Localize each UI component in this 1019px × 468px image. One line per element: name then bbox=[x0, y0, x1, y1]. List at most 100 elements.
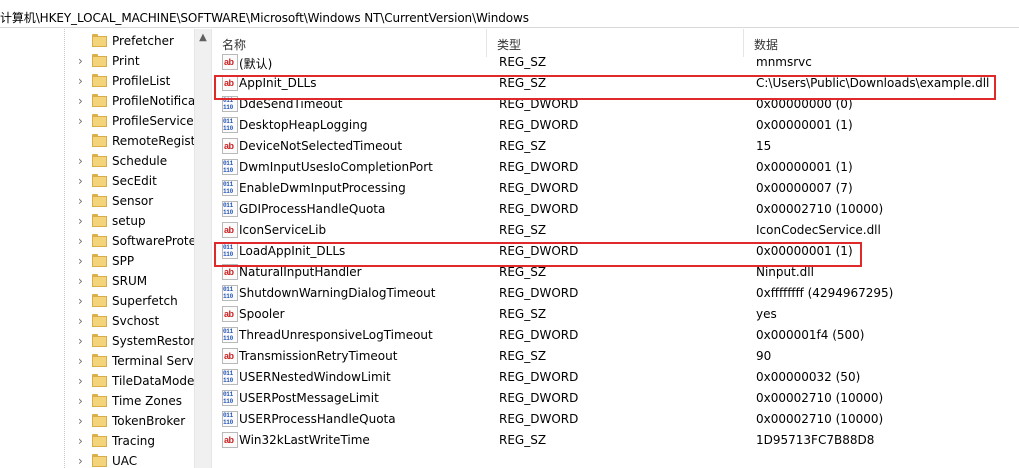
tree-item[interactable]: › Tracing bbox=[0, 431, 194, 451]
tree-item[interactable]: › Svchost bbox=[0, 311, 194, 331]
expand-chevron-icon[interactable]: › bbox=[78, 375, 88, 387]
tree-item[interactable]: › UAC bbox=[0, 451, 194, 468]
tree-item[interactable]: › ProfileNotifica bbox=[0, 91, 195, 111]
value-row[interactable]: 011 110 LoadAppInit_DLLs REG_DWORD 0x0000000… bbox=[212, 241, 1019, 262]
tree-item[interactable]: › ProfileService bbox=[0, 111, 194, 131]
expand-chevron-icon[interactable]: › bbox=[78, 355, 88, 367]
value-data: 0x00002710 (10000) bbox=[756, 391, 884, 405]
value-name: DwmInputUsesIoCompletionPort bbox=[239, 160, 433, 174]
expand-chevron-icon[interactable]: › bbox=[78, 455, 88, 467]
dword-value-icon: 011 110 bbox=[222, 243, 238, 259]
tree-item[interactable]: › Schedule bbox=[0, 151, 194, 171]
value-row[interactable]: 011 110 EnableDwmInputProcessing REG_DWORD 0… bbox=[212, 178, 1019, 199]
expand-chevron-icon[interactable]: › bbox=[78, 275, 88, 287]
string-value-icon: ab bbox=[222, 222, 238, 238]
value-row[interactable]: 011 110 ThreadUnresponsiveLogTimeout REG_DW… bbox=[212, 325, 1019, 346]
value-row[interactable]: ab IconServiceLib REG_SZ IconCodecService.d… bbox=[212, 220, 1019, 241]
value-row[interactable]: ab Win32kLastWriteTime REG_SZ 1D95713FC7B88… bbox=[212, 430, 1019, 451]
dword-value-icon: 011 110 bbox=[222, 285, 238, 301]
scroll-up-arrow-icon[interactable]: ▲ bbox=[198, 33, 208, 43]
tree-item[interactable]: › TokenBroker bbox=[0, 411, 194, 431]
tree-item[interactable]: › Superfetch bbox=[0, 291, 194, 311]
tree-item-label: Sensor bbox=[112, 194, 154, 208]
value-data: IconCodecService.dll bbox=[756, 223, 881, 237]
value-row[interactable]: 011 110 DesktopHeapLogging REG_DWORD 0x00000… bbox=[212, 115, 1019, 136]
value-type: REG_SZ bbox=[499, 223, 547, 237]
dword-value-icon: 011 110 bbox=[222, 390, 238, 406]
expand-chevron-icon[interactable]: › bbox=[78, 335, 88, 347]
registry-tree[interactable]: Prefetcher › Print › ProfileList › ProfileNoti… bbox=[0, 29, 212, 468]
folder-icon bbox=[92, 434, 107, 447]
tree-item[interactable]: › Print bbox=[0, 51, 194, 71]
value-name: AppInit_DLLs bbox=[239, 76, 317, 90]
address-path[interactable]: 计算机\HKEY_LOCAL_MACHINE\SOFTWARE\Microsof… bbox=[0, 9, 529, 26]
expand-chevron-icon[interactable]: › bbox=[78, 115, 88, 127]
tree-item-label: Prefetcher bbox=[112, 34, 174, 48]
tree-item[interactable]: Prefetcher bbox=[0, 31, 194, 51]
values-list[interactable]: 名称 类型 数据 ab (默认) REG_SZ mnmsrvc ab AppInit_DL… bbox=[212, 29, 1019, 468]
tree-item[interactable]: › ProfileList bbox=[0, 71, 194, 91]
value-type: REG_DWORD bbox=[499, 97, 579, 111]
expand-chevron-icon[interactable]: › bbox=[78, 175, 88, 187]
tree-item[interactable]: › SystemRestor bbox=[0, 331, 195, 351]
folder-icon bbox=[92, 334, 107, 347]
value-type: REG_DWORD bbox=[499, 286, 579, 300]
tree-item-label: setup bbox=[112, 214, 146, 228]
tree-scrollbar[interactable]: ▲ bbox=[194, 29, 211, 468]
tree-item[interactable]: › Time Zones bbox=[0, 391, 194, 411]
tree-item-label: TokenBroker bbox=[112, 414, 186, 428]
value-row[interactable]: ab DeviceNotSelectedTimeout REG_SZ 15 bbox=[212, 136, 1019, 157]
tree-item[interactable]: › SecEdit bbox=[0, 171, 194, 191]
expand-chevron-icon[interactable]: › bbox=[78, 215, 88, 227]
value-name: EnableDwmInputProcessing bbox=[239, 181, 406, 195]
tree-item[interactable]: › Sensor bbox=[0, 191, 194, 211]
value-name: ShutdownWarningDialogTimeout bbox=[239, 286, 436, 300]
value-name: USERNestedWindowLimit bbox=[239, 370, 391, 384]
value-row[interactable]: ab NaturalInputHandler REG_SZ Ninput.dll bbox=[212, 262, 1019, 283]
value-type: REG_SZ bbox=[499, 307, 547, 321]
value-name: ThreadUnresponsiveLogTimeout bbox=[239, 328, 433, 342]
value-row[interactable]: 011 110 ShutdownWarningDialogTimeout REG_DW… bbox=[212, 283, 1019, 304]
expand-chevron-icon[interactable]: › bbox=[78, 395, 88, 407]
value-type: REG_DWORD bbox=[499, 391, 579, 405]
expand-chevron-icon[interactable]: › bbox=[78, 195, 88, 207]
expand-chevron-icon[interactable]: › bbox=[78, 315, 88, 327]
tree-item[interactable]: › SPP bbox=[0, 251, 194, 271]
expand-chevron-icon[interactable]: › bbox=[78, 75, 88, 87]
value-row[interactable]: 011 110 USERPostMessageLimit REG_DWORD 0x000… bbox=[212, 388, 1019, 409]
tree-item-label: RemoteRegist bbox=[112, 134, 196, 148]
expand-chevron-icon[interactable]: › bbox=[78, 155, 88, 167]
value-row[interactable]: ab Spooler REG_SZ yes bbox=[212, 304, 1019, 325]
value-row[interactable]: ab TransmissionRetryTimeout REG_SZ 90 bbox=[212, 346, 1019, 367]
value-data: 0x00002710 (10000) bbox=[756, 412, 884, 426]
value-row[interactable]: 011 110 DdeSendTimeout REG_DWORD 0x00000000 … bbox=[212, 94, 1019, 115]
value-row[interactable]: 011 110 DwmInputUsesIoCompletionPort REG_DW… bbox=[212, 157, 1019, 178]
tree-item[interactable]: › Terminal Serv bbox=[0, 351, 194, 371]
address-bar[interactable]: 计算机\HKEY_LOCAL_MACHINE\SOFTWARE\Microsof… bbox=[0, 4, 1019, 28]
string-value-icon: ab bbox=[222, 432, 238, 448]
string-value-icon: ab bbox=[222, 138, 238, 154]
tree-item[interactable]: › SRUM bbox=[0, 271, 194, 291]
tree-item[interactable]: RemoteRegist bbox=[0, 131, 196, 151]
value-row[interactable]: ab AppInit_DLLs REG_SZ C:\Users\Public\Down… bbox=[212, 73, 1019, 94]
tree-item[interactable]: › SoftwareProte bbox=[0, 231, 196, 251]
value-row[interactable]: 011 110 USERNestedWindowLimit REG_DWORD 0x00… bbox=[212, 367, 1019, 388]
value-row[interactable]: ab (默认) REG_SZ mnmsrvc bbox=[212, 52, 1019, 73]
string-value-icon: ab bbox=[222, 54, 238, 70]
string-value-icon: ab bbox=[222, 306, 238, 322]
expand-chevron-icon[interactable]: › bbox=[78, 235, 88, 247]
expand-chevron-icon[interactable]: › bbox=[78, 435, 88, 447]
column-header-data-label: 数据 bbox=[754, 38, 779, 52]
expand-chevron-icon[interactable]: › bbox=[78, 415, 88, 427]
value-data: 15 bbox=[756, 139, 772, 153]
expand-chevron-icon[interactable]: › bbox=[78, 95, 88, 107]
expand-chevron-icon[interactable]: › bbox=[78, 295, 88, 307]
expand-chevron-icon[interactable]: › bbox=[78, 55, 88, 67]
value-row[interactable]: 011 110 GDIProcessHandleQuota REG_DWORD 0x00… bbox=[212, 199, 1019, 220]
tree-item[interactable]: › setup bbox=[0, 211, 194, 231]
expand-chevron-icon[interactable]: › bbox=[78, 255, 88, 267]
tree-item[interactable]: › TileDataMode bbox=[0, 371, 194, 391]
value-row[interactable]: 011 110 USERProcessHandleQuota REG_DWORD 0x0… bbox=[212, 409, 1019, 430]
dword-value-icon: 011 110 bbox=[222, 369, 238, 385]
string-value-icon: ab bbox=[222, 264, 238, 280]
